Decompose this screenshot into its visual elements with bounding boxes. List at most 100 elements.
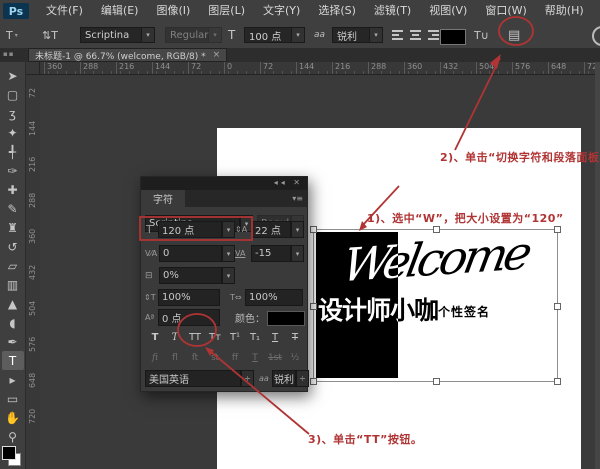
menu-item[interactable]: 图层(L) [199,0,254,22]
opentype-button[interactable]: ﬂ [165,349,185,367]
language-select[interactable]: 美国英语 [145,370,241,387]
tool-button[interactable]: ✦ [2,123,24,142]
chevron-down-icon[interactable]: ▾ [292,27,305,43]
tool-button[interactable]: T [2,351,24,370]
close-icon[interactable]: ✕ [293,178,303,187]
resize-handle[interactable] [433,226,440,233]
resize-handle[interactable] [554,303,561,310]
menu-item[interactable]: 滤镜(T) [365,0,420,22]
chevron-down-icon[interactable]: ▾ [222,245,235,262]
font-family-select[interactable]: Scriptina ▾ [80,27,155,43]
spinner-icon[interactable]: ÷ [241,370,254,387]
tool-button[interactable]: ✒ [2,332,24,351]
vertical-scale-field[interactable]: 100% [158,289,220,306]
vertical-ruler[interactable]: 72144216288360432504576648720 [26,75,41,469]
align-right-button[interactable] [426,28,441,42]
tool-button[interactable]: ▥ [2,275,24,294]
tsume-field[interactable]: 0% [159,267,222,284]
collapse-icon[interactable]: ◂◂ [274,178,288,187]
tool-preset-button[interactable]: T ▾ [6,27,18,43]
menu-item[interactable]: 图像(I) [147,0,199,22]
leading-field[interactable]: 22 点 [251,221,291,238]
superscript-button[interactable]: T¹ [225,328,245,346]
warp-text-button[interactable]: T∪ [474,27,489,43]
tool-button[interactable]: ✎ [2,199,24,218]
opentype-button[interactable]: ﬆ [205,349,225,367]
font-size-value[interactable]: 100 点 [244,27,292,43]
opentype-button[interactable]: T [245,349,265,367]
tool-button[interactable]: ✚ [2,180,24,199]
tracking-field[interactable]: -15 [251,245,291,262]
subscript-button[interactable]: T₁ [245,328,265,346]
font-style-select[interactable]: Regular ▾ [165,27,222,43]
chevron-down-icon[interactable]: ▾ [142,27,155,43]
all-caps-button[interactable]: TT [185,328,205,346]
menu-item[interactable]: 视图(V) [420,0,476,22]
kerning-field[interactable]: 0 [159,245,222,262]
spinner-icon[interactable]: ÷ [296,370,309,387]
resize-handle[interactable] [433,378,440,385]
baseline-shift-field[interactable]: 0 点 [158,309,220,326]
opentype-button[interactable]: fi [145,349,165,367]
scrollbar[interactable] [595,62,600,469]
tool-button[interactable]: ✑ [2,161,24,180]
chevron-down-icon[interactable]: ▾ [222,221,235,238]
menu-item[interactable]: 文字(Y) [254,0,309,22]
chevron-down-icon[interactable]: ▾ [291,245,304,262]
anti-alias-value[interactable]: 锐利 [332,27,370,43]
faux-italic-button[interactable]: T [165,328,185,346]
tool-button[interactable]: ♜ [2,218,24,237]
help-icon[interactable] [592,26,600,46]
panel-menu-icon[interactable]: ▾≡ [292,194,303,203]
chevron-down-icon[interactable]: ▾ [370,27,383,43]
opentype-button[interactable]: ﬅ [185,349,205,367]
faux-bold-button[interactable]: T [145,328,165,346]
opentype-button[interactable]: ﬀ [225,349,245,367]
menu-item[interactable]: 帮助(H) [536,0,593,22]
opentype-button[interactable]: 1st [265,349,285,367]
underline-button[interactable]: T [265,328,285,346]
panel-anti-alias-select[interactable]: 锐利 [272,370,296,387]
align-center-button[interactable] [408,28,423,42]
toggle-panels-button[interactable]: ▤ [508,27,520,43]
tool-button[interactable]: ▭ [2,389,24,408]
menu-item[interactable]: 窗口(W) [476,0,535,22]
resize-handle[interactable] [310,378,317,385]
opentype-button[interactable]: ½ [285,349,305,367]
resize-handle[interactable] [310,226,317,233]
tool-button[interactable]: ✋ [2,408,24,427]
font-size-field[interactable]: 120 点 [158,221,222,238]
horizontal-ruler[interactable]: 3602882161447207214421628836043250457664… [40,62,600,75]
text-layer-bounding-box[interactable]: Welcome 设计师小咖个性签名 Welcome 设计师小咖个性签名 [313,229,558,382]
chevron-down-icon[interactable]: ▾ [209,27,222,43]
resize-handle[interactable] [554,378,561,385]
document-tab[interactable]: 未标题-1 @ 66.7% (welcome, RGB/8) * × [28,48,227,62]
font-style-value[interactable]: Regular [165,27,209,43]
tool-button[interactable]: ▱ [2,256,24,275]
tool-button[interactable]: ʒ [2,104,24,123]
chevron-down-icon[interactable]: ▾ [222,267,235,284]
tool-button[interactable]: ▲ [2,294,24,313]
font-size-select[interactable]: 100 点 ▾ [244,27,305,43]
foreground-color-swatch[interactable] [2,446,16,460]
text-color-swatch[interactable] [440,29,466,45]
text-orientation-button[interactable]: ⇅T [42,27,58,43]
small-caps-button[interactable]: Tᴛ [205,328,225,346]
align-left-button[interactable] [390,28,405,42]
menu-item[interactable]: 编辑(E) [92,0,148,22]
chevron-down-icon[interactable]: ▾ [291,221,304,238]
menu-item[interactable]: 文件(F) [37,0,92,22]
tool-button[interactable]: ▸ [2,370,24,389]
tool-button[interactable]: ▢ [2,85,24,104]
resize-handle[interactable] [310,303,317,310]
resize-handle[interactable] [554,226,561,233]
tab-character[interactable]: 字符 [141,190,185,207]
strikethrough-button[interactable]: T [285,328,305,346]
tool-button[interactable]: ↺ [2,237,24,256]
tool-button[interactable]: ➤ [2,66,24,85]
font-family-value[interactable]: Scriptina [80,27,142,43]
horizontal-scale-field[interactable]: 100% [245,289,303,306]
tool-button[interactable]: ◖ [2,313,24,332]
close-icon[interactable]: × [213,50,221,60]
anti-alias-select[interactable]: 锐利 ▾ [332,27,383,43]
